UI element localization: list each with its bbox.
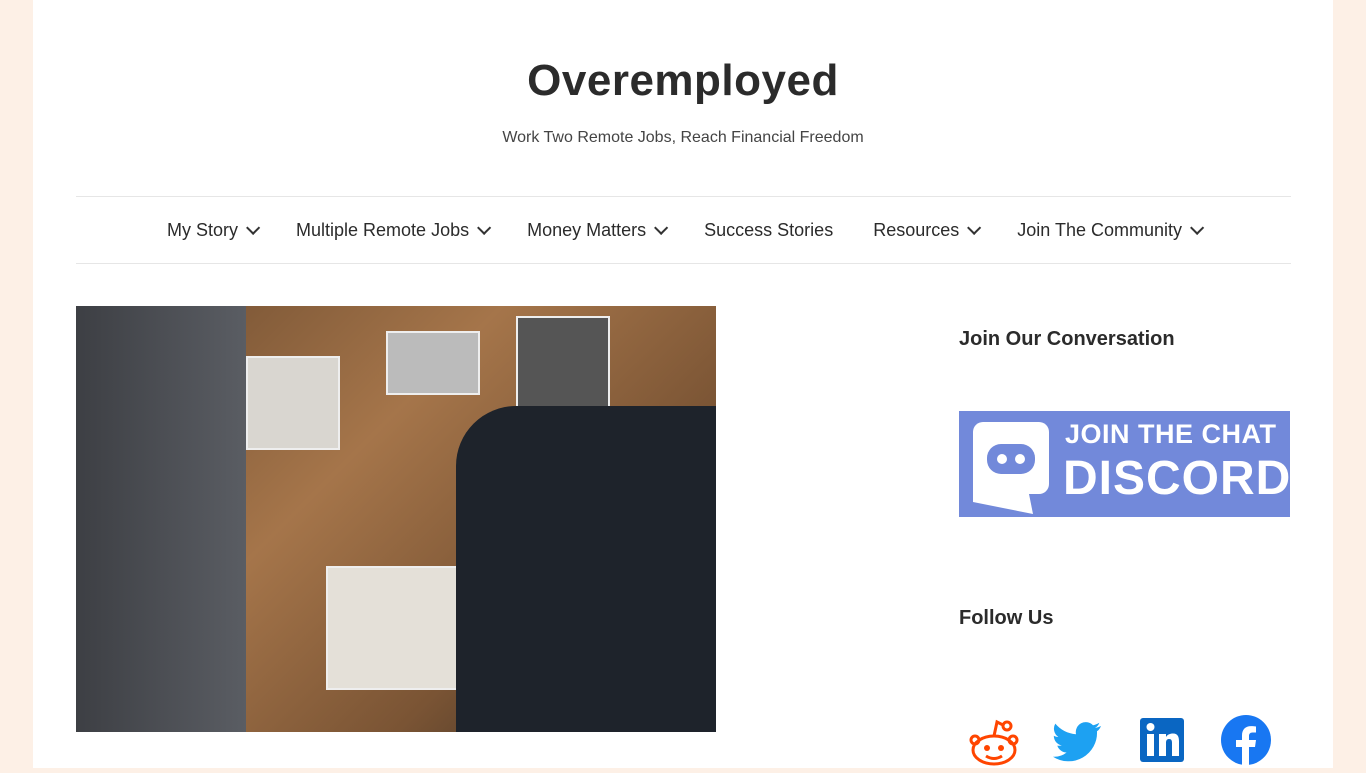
nav-my-story[interactable]: My Story	[147, 220, 276, 241]
chevron-down-icon	[654, 220, 669, 235]
nav-label: My Story	[167, 219, 239, 240]
chevron-down-icon	[477, 220, 492, 235]
nav-money-matters[interactable]: Money Matters	[507, 220, 684, 241]
discord-line2: DISCORD	[1063, 452, 1292, 505]
nav-label: Join The Community	[1017, 219, 1182, 240]
social-links	[969, 712, 1271, 768]
nav-label: Success Stories	[704, 219, 834, 240]
featured-image[interactable]	[76, 306, 716, 732]
site-title[interactable]: Overemployed	[33, 56, 1333, 106]
discord-icon	[973, 422, 1049, 514]
widget-title: Follow Us	[959, 607, 1054, 629]
widget-follow: Follow Us	[959, 607, 1053, 630]
nav-label: Multiple Remote Jobs	[296, 219, 470, 240]
widget-conversation: Join Our Conversation	[959, 328, 1175, 351]
twitter-icon	[1053, 722, 1101, 762]
person-right	[456, 406, 716, 732]
page: Overemployed Work Two Remote Jobs, Reach…	[33, 0, 1333, 768]
facebook-icon	[1221, 715, 1271, 765]
linkedin-icon	[1140, 718, 1184, 762]
site-tagline: Work Two Remote Jobs, Reach Financial Fr…	[502, 129, 864, 146]
nav-success-stories[interactable]: Success Stories	[684, 220, 853, 241]
nav-resources[interactable]: Resources	[853, 220, 997, 241]
twitter-link[interactable]	[1053, 712, 1103, 768]
discord-banner-link[interactable]: JOIN THE CHAT DISCORD	[959, 411, 1290, 517]
nav-label: Resources	[873, 219, 960, 240]
person-left	[76, 306, 246, 732]
chevron-down-icon	[1190, 220, 1205, 235]
board-photo	[246, 356, 340, 450]
facebook-link[interactable]	[1221, 712, 1271, 768]
reddit-link[interactable]	[969, 712, 1019, 768]
discord-line1: JOIN THE CHAT	[1065, 419, 1277, 449]
board-photo	[516, 316, 610, 420]
linkedin-link[interactable]	[1137, 712, 1187, 768]
widget-title: Join Our Conversation	[959, 328, 1175, 350]
main-nav: My Story Multiple Remote Jobs Money Matt…	[76, 196, 1291, 264]
nav-join-the-community[interactable]: Join The Community	[997, 220, 1220, 241]
chevron-down-icon	[246, 220, 261, 235]
board-photo	[386, 331, 480, 395]
nav-multiple-remote-jobs[interactable]: Multiple Remote Jobs	[276, 220, 507, 241]
chevron-down-icon	[967, 220, 982, 235]
reddit-icon	[969, 719, 1019, 766]
nav-label: Money Matters	[527, 219, 647, 240]
